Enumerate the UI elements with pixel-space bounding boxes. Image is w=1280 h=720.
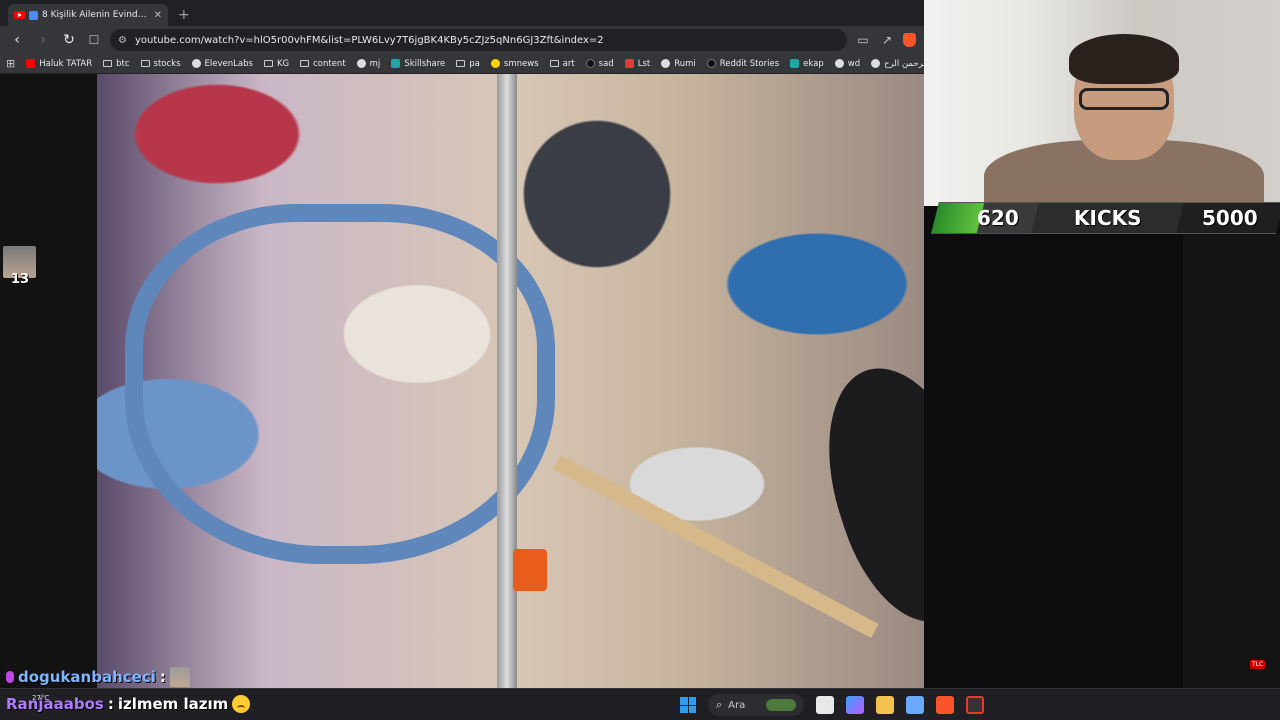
streamer-hair	[1069, 34, 1179, 84]
bookmark-item[interactable]: Lst	[624, 59, 650, 69]
task-view-icon[interactable]	[816, 696, 834, 714]
wd-icon	[834, 59, 844, 68]
viewer-widget: 13	[3, 246, 36, 287]
score-right-value: 5000	[1202, 206, 1258, 230]
folder-icon	[456, 60, 466, 67]
score-left-value: 620	[977, 206, 1019, 230]
url-text[interactable]: youtube.com/watch?v=hlO5r00vhFM&list=PLW…	[135, 35, 839, 46]
file-explorer-icon[interactable]	[876, 696, 894, 714]
chat-emote	[169, 667, 190, 687]
taskbar-center: ⌕ Ara	[680, 694, 984, 716]
viewer-count: 13	[11, 272, 30, 287]
chat-text: izlmem lazım	[117, 695, 229, 713]
glasses	[1079, 88, 1169, 110]
chat-username: Ranjaaabos	[6, 695, 104, 713]
bookmark-item[interactable]: stocks	[140, 59, 181, 69]
back-icon[interactable]: ‹	[8, 32, 26, 48]
reload-icon[interactable]: ↻	[60, 32, 78, 48]
bookmark-item[interactable]: Skillshare	[391, 59, 445, 69]
video-left-letterbox	[0, 74, 97, 688]
github-icon	[356, 59, 366, 68]
score-right-box: 5000	[1176, 203, 1280, 233]
youtube-icon	[14, 11, 25, 19]
tab-bar: 8 Kişilik Ailenin Evinden Çıkan ✕ +	[0, 0, 924, 26]
search-placeholder: Ara	[728, 699, 746, 711]
folder-icon	[549, 60, 559, 67]
bookmark-item[interactable]: ekap	[790, 59, 824, 69]
bookmark-item[interactable]: Rumi	[661, 59, 696, 69]
screen: 8 Kişilik Ailenin Evinden Çıkan ✕ + ‹ › …	[0, 0, 1280, 720]
bookmark-icon[interactable]: ☐	[86, 33, 102, 47]
folder-icon	[103, 60, 113, 67]
site-info-icon[interactable]: ⚙	[118, 35, 127, 46]
chat-message: Ranjaaabos : izlmem lazım	[6, 692, 251, 716]
score-left-box: 620	[931, 203, 1039, 233]
bookmark-item[interactable]: wd	[834, 59, 860, 69]
emoji-icon	[232, 695, 251, 713]
d-icon	[706, 59, 716, 68]
bookmark-item[interactable]: art	[549, 59, 575, 69]
elevenlabs-icon	[191, 59, 201, 68]
score-title-box: KICKS	[1032, 206, 1183, 230]
brave-browser-icon[interactable]	[936, 696, 954, 714]
microphone-icon	[6, 671, 14, 683]
page-icon	[871, 59, 881, 68]
bookmark-item[interactable]: KG	[263, 59, 289, 69]
windows-start-icon[interactable]	[680, 697, 696, 713]
bookmark-item[interactable]: btc	[103, 59, 130, 69]
chat-message: dogukanbahceci :	[6, 667, 190, 687]
chat-username: dogukanbahceci	[18, 668, 156, 686]
video-right-letterbox	[1183, 234, 1280, 688]
laundry-basket	[125, 204, 555, 564]
bookmark-item[interactable]: Haluk TATAR	[26, 59, 92, 69]
active-tab[interactable]: 8 Kişilik Ailenin Evinden Çıkan ✕	[8, 4, 168, 26]
bookmark-item[interactable]: content	[300, 59, 346, 69]
score-title: KICKS	[1073, 206, 1142, 230]
feather-icon	[585, 59, 595, 68]
apps-icon[interactable]: ⊞	[6, 57, 15, 70]
webcam-overlay	[924, 0, 1280, 206]
s-icon	[624, 59, 634, 68]
score-bar: 620 KICKS 5000	[931, 202, 1280, 234]
tab-group-icon	[29, 10, 38, 20]
tab-title: 8 Kişilik Ailenin Evinden Çıkan	[42, 10, 150, 20]
pole-clamp	[513, 549, 547, 591]
share-icon[interactable]: ↗	[879, 33, 895, 47]
bookmark-item[interactable]: smnews	[490, 59, 539, 69]
bird-icon	[790, 59, 800, 68]
youtube-icon	[26, 59, 36, 68]
browser-toolbar: ‹ › ↻ ☐ ⚙ youtube.com/watch?v=hlO5r00vhF…	[0, 26, 924, 54]
cast-icon[interactable]: ▭	[855, 33, 871, 47]
bookmarks-bar: ⊞ Haluk TATAR btc stocks ElevenLabs KG c…	[0, 54, 924, 74]
taskbar-search[interactable]: ⌕ Ara	[708, 694, 804, 716]
copilot-icon[interactable]	[846, 696, 864, 714]
folder-icon	[263, 60, 273, 67]
search-icon: ⌕	[716, 698, 723, 711]
skillshare-icon	[391, 59, 401, 68]
bookmark-item[interactable]: sad	[585, 59, 614, 69]
address-bar[interactable]: ⚙ youtube.com/watch?v=hlO5r00vhFM&list=P…	[110, 29, 847, 51]
brave-shield-icon[interactable]	[903, 33, 916, 47]
search-highlight-icon	[766, 699, 796, 711]
folder-icon	[140, 60, 150, 67]
pole	[497, 74, 517, 688]
obs-icon[interactable]	[966, 696, 984, 714]
new-tab-button[interactable]: +	[178, 4, 190, 26]
chat-separator: :	[107, 695, 114, 713]
bookmark-item[interactable]: Reddit Stories	[706, 59, 779, 69]
forward-icon[interactable]: ›	[34, 32, 52, 48]
bookmark-item[interactable]: pa	[456, 59, 480, 69]
bookmark-item[interactable]: ElevenLabs	[191, 59, 253, 69]
tlc-logo: TLC	[1250, 660, 1266, 669]
globe-icon	[661, 59, 671, 68]
video-frame[interactable]	[97, 74, 924, 688]
bookmark-item[interactable]: mj	[356, 59, 380, 69]
shoe-rack	[553, 454, 879, 639]
folder-icon	[300, 60, 310, 67]
close-tab-icon[interactable]: ✕	[154, 10, 162, 21]
bookmark-item[interactable]: الله الرحمن الرح...	[871, 59, 924, 69]
smile-icon	[490, 59, 500, 68]
snipping-tool-icon[interactable]	[906, 696, 924, 714]
chat-separator: :	[159, 668, 166, 686]
